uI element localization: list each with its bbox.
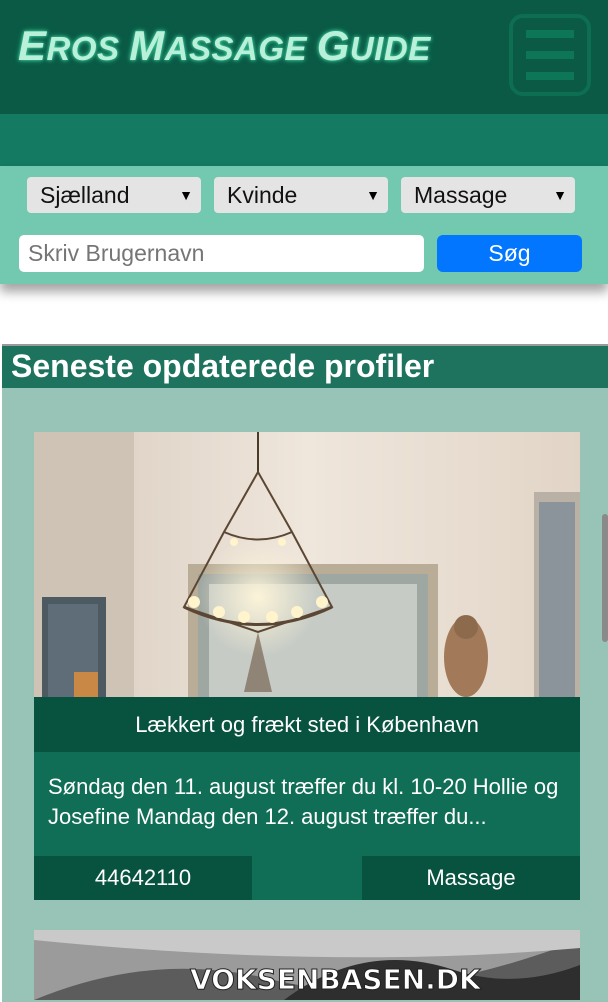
section-title: Seneste opdaterede profiler — [11, 348, 435, 384]
site-logo[interactable]: EROS MASSAGE GUIDE — [18, 22, 431, 70]
profile-description: Søndag den 11. august træffer du kl. 10-… — [48, 774, 559, 829]
profile-photo-image — [34, 432, 580, 697]
region-select-value: Sjælland — [40, 182, 130, 208]
site-header: EROS MASSAGE GUIDE — [0, 0, 608, 114]
search-button[interactable]: Søg — [437, 235, 582, 272]
scrollbar[interactable] — [602, 514, 608, 642]
hamburger-menu-icon-bar — [526, 72, 574, 80]
logo-initial-m: M — [129, 22, 165, 69]
hamburger-menu-icon-bar — [526, 51, 574, 59]
profile-category[interactable]: Massage — [362, 856, 580, 900]
triangle-down-icon: ▼ — [179, 187, 193, 203]
profile-card[interactable]: Lækkert og frækt sted i København Søndag… — [34, 432, 580, 900]
hamburger-menu-icon — [526, 30, 574, 38]
logo-initial-e: E — [18, 22, 47, 69]
search-panel: Sjælland ▼ Kvinde ▼ Massage ▼ Søg — [0, 166, 608, 284]
logo-part-ros: ROS — [46, 30, 130, 67]
watermark-voksenbasen: VOKSENBASEN.DK — [190, 963, 482, 997]
logo-part-uide: UIDE — [349, 30, 431, 67]
section-header: Seneste opdaterede profiler — [2, 346, 608, 388]
gender-select[interactable]: Kvinde ▼ — [214, 177, 388, 213]
logo-initial-g: G — [316, 22, 350, 69]
category-select[interactable]: Massage ▼ — [401, 177, 575, 213]
logo-part-assage: ASSAGE — [164, 30, 317, 67]
profile-title[interactable]: Lækkert og frækt sted i København — [34, 697, 580, 752]
profile-phone[interactable]: 44642110 — [34, 856, 252, 900]
profile-photo[interactable] — [34, 432, 580, 697]
triangle-down-icon: ▼ — [366, 187, 380, 203]
gender-select-value: Kvinde — [227, 182, 298, 208]
triangle-down-icon: ▼ — [553, 187, 567, 203]
hamburger-menu-button[interactable] — [509, 14, 591, 96]
nav-subbar — [0, 114, 608, 166]
username-search-input[interactable] — [19, 235, 424, 272]
region-select[interactable]: Sjælland ▼ — [27, 177, 201, 213]
category-select-value: Massage — [414, 182, 508, 208]
